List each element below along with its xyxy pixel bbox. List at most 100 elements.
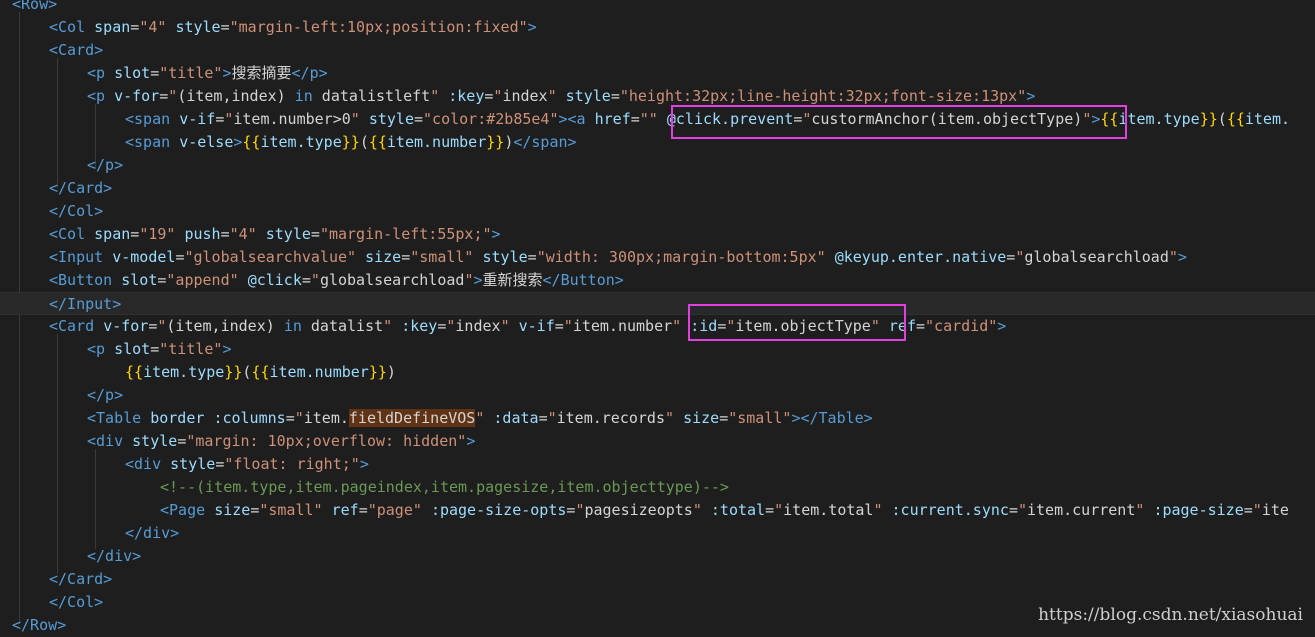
code-token: = [1008,501,1018,519]
indent-guide [95,449,96,549]
code-line[interactable]: <!--(item.type,item.pageindex,item.pages… [160,476,729,499]
code-token: slot [114,340,151,358]
code-token: "cardid" [925,317,998,335]
code-token: <Card> [49,41,104,59]
code-line[interactable]: </p> [87,384,123,407]
code-token: = [220,18,230,36]
code-token: }} [224,363,243,381]
code-token: " [1015,248,1025,266]
code-token: "small" [259,501,323,519]
code-token: = [177,432,187,450]
code-token: "margin: 10px;overflow: hidden" [186,432,467,450]
code-token: item.current [1027,501,1136,519]
code-token: @click [247,271,302,289]
code-token: " [1017,501,1027,519]
code-token: = [610,87,620,105]
code-line[interactable]: <Input v-model="globalsearchvalue" size=… [49,246,1187,269]
code-line[interactable]: </Card> [49,568,112,591]
code-token: item. [303,409,349,427]
code-token: <span [125,110,180,128]
code-token: > [558,110,568,128]
highlight-box-id-binding [688,304,906,341]
code-token: <Card [49,317,104,335]
code-token: <Table [87,409,151,427]
code-line[interactable]: </div> [87,545,141,568]
code-line[interactable]: </Col> [49,591,103,614]
code-token: " [672,317,682,335]
code-token: <a [567,110,595,128]
code-token: = [310,225,320,243]
code-token: <p [87,340,115,358]
code-token: = [1006,248,1016,266]
code-token: item.number [572,317,673,335]
code-line[interactable]: <Table border :columns="item.fieldDefine… [87,407,873,430]
code-token: = [916,317,926,335]
code-token: :current.sync [891,501,1009,519]
code-token: " [310,271,320,289]
code-token: <div [125,455,171,473]
code-line[interactable]: <p slot="title">搜索摘要</p> [87,62,328,85]
code-token: "page" [367,501,422,519]
code-line[interactable]: <Row> [12,0,57,16]
code-token: :data [493,409,539,427]
code-line[interactable]: <div style="margin: 10px;overflow: hidde… [87,430,475,453]
code-line[interactable]: </Input> [0,292,1315,315]
code-token: </div> [125,524,180,542]
code-token: > [466,432,476,450]
code-token: ( [1217,110,1227,128]
code-token: </Row> [12,616,67,634]
code-token: "" [639,110,658,128]
code-token: @keyup.enter.native [834,248,1007,266]
code-line[interactable]: <p slot="title"> [87,338,232,361]
code-line[interactable]: </Col> [49,200,103,223]
code-token: in [283,317,302,335]
code-token: <Page [160,501,215,519]
code-line[interactable]: </Row> [12,614,66,637]
code-token: <p [87,87,115,105]
code-token: </Input> [49,295,122,313]
code-token: slot [114,64,151,82]
code-token: }} [341,133,360,151]
code-token: item.number [269,363,369,381]
code-token: index [455,317,501,335]
code-line[interactable]: </Card> [49,177,112,200]
code-line[interactable]: {{item.type}}({{item.number}}) [125,361,396,384]
code-token: </Col> [49,593,104,611]
code-token: span [94,18,131,36]
code-line[interactable]: <span v-else>{{item.type}}({{item.number… [125,131,577,154]
code-token: = [358,501,368,519]
code-token: {{ [251,363,270,381]
code-token: = [630,110,640,128]
code-editor[interactable]: <Row> <Col span="4" style="margin-left:10… [0,0,1315,635]
code-line[interactable]: <div style="float: right;"> [125,453,369,476]
code-line[interactable]: <Col span="19" push="4" style="margin-le… [49,223,501,246]
code-token: {{ [1226,110,1245,128]
code-line[interactable]: <Card> [49,39,103,62]
code-token: item.total [783,501,874,519]
code-line[interactable]: <Button slot="append" @click="globalsear… [49,269,624,292]
code-token: :page-size [1153,501,1244,519]
code-token: "4" [139,18,167,36]
code-token: " [350,110,360,128]
code-token: item.type [143,363,225,381]
code-token: " [383,317,393,335]
code-line[interactable]: </div> [125,522,179,545]
code-line[interactable]: </p> [87,154,123,177]
code-token: " [774,501,784,519]
code-line[interactable]: <Page size="small" ref="page" :page-size… [160,499,1289,522]
code-token: span [94,225,131,243]
code-token: ( [359,133,369,151]
code-line[interactable]: <Col span="4" style="margin-left:10px;po… [49,16,537,39]
code-token: "append" [166,271,239,289]
code-token: </Card> [49,179,113,197]
code-token: > [997,317,1007,335]
code-token: <p [87,64,115,82]
